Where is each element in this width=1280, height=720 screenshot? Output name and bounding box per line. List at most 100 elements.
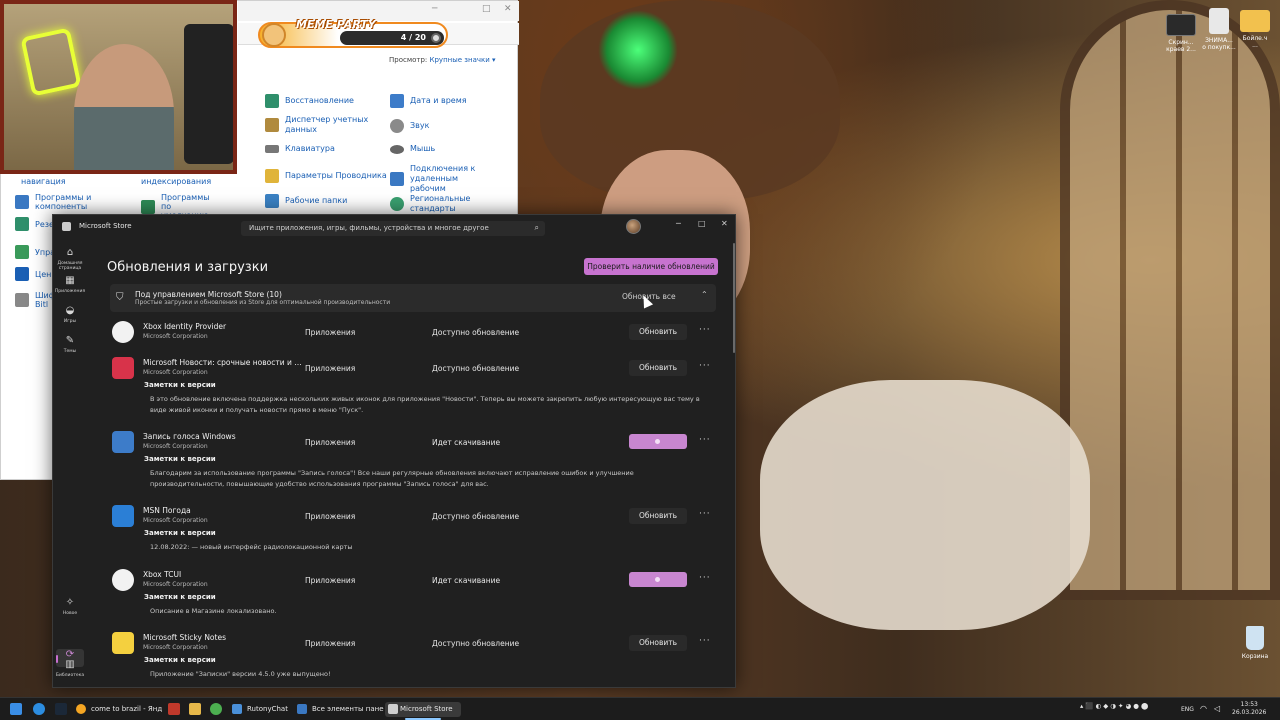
cp-left-programs[interactable]: Программы и компоненты [15, 193, 95, 211]
microphone-icon [112, 431, 134, 453]
default-programs-icon [141, 199, 155, 214]
cp-item-remote-connections[interactable]: Подключения к удаленным рабочим [390, 164, 490, 194]
taskbar-app-control-panel[interactable]: Все элементы пане [297, 702, 384, 717]
download-progress[interactable] [629, 434, 687, 449]
maximize-icon[interactable]: □ [482, 4, 491, 14]
meme-party-title: MEME PARTY [296, 18, 376, 31]
minimize-icon[interactable]: ─ [432, 4, 437, 14]
neon-sign [20, 27, 82, 97]
desktop-icon[interactable]: Бойле.ч ... [1232, 10, 1278, 49]
credentials-icon [265, 118, 279, 132]
search-placeholder: Ищите приложения, игры, фильмы, устройст… [249, 224, 489, 232]
app-publisher: Microsoft Corporation [143, 369, 208, 376]
store-sidebar: ⌂ Домашняя страница ▦ Приложения ◒ Игры … [53, 239, 87, 687]
view-value[interactable]: Крупные значки ▾ [430, 56, 496, 64]
update-button[interactable]: Обновить [629, 360, 687, 376]
list-item: MSN Погода Microsoft Corporation Приложе… [110, 499, 716, 563]
list-item: Запись голоса Windows Microsoft Corporat… [110, 425, 716, 499]
cp-left-item[interactable]: индексирования [141, 177, 211, 186]
cp-item-credentials[interactable]: Диспетчер учетных данных [265, 115, 375, 135]
nav-label: Игры [63, 319, 77, 324]
app-publisher: Microsoft Corporation [143, 333, 208, 340]
taskbar-app-rutonychat[interactable]: RutonyChat [232, 702, 298, 717]
close-icon[interactable]: ✕ [721, 219, 728, 228]
cp-left-partial[interactable]: Шиф Bitl [15, 291, 56, 309]
language-indicator[interactable]: ENG [1181, 706, 1194, 713]
taskbar: come to brazil - Янд RutonyChat Все элем… [0, 697, 1280, 720]
yandex-browser-icon [76, 704, 86, 714]
folder-options-icon [265, 169, 279, 183]
backup-icon [15, 217, 29, 231]
keyboard-icon [265, 145, 279, 153]
cp-left-item[interactable]: навигация [21, 177, 66, 186]
release-notes-title: Заметки к версии [144, 593, 216, 601]
update-button[interactable]: Обновить [629, 508, 687, 524]
minimize-icon[interactable]: ─ [676, 219, 681, 228]
cp-item-mouse[interactable]: Мышь [390, 144, 500, 154]
nav-label: Темы [63, 349, 77, 354]
chevron-up-icon[interactable]: ⌃ [701, 290, 708, 299]
control-panel-icon [297, 704, 307, 714]
nav-library[interactable]: ▥ Библиотека [53, 659, 87, 678]
more-options-icon[interactable]: ··· [699, 509, 711, 519]
cp-item-regional[interactable]: Региональные стандарты [390, 194, 510, 214]
wifi-icon[interactable]: ◠ [1200, 704, 1207, 713]
doge-icon [262, 23, 286, 47]
mouse-icon [390, 144, 404, 154]
check-updates-button[interactable]: Проверить наличие обновлений [584, 258, 718, 275]
app-publisher: Microsoft Corporation [143, 644, 208, 651]
store-managed-group: ⛉ Под управлением Microsoft Store (10) П… [110, 284, 716, 312]
more-options-icon[interactable]: ··· [699, 573, 711, 583]
tray-icons[interactable]: ▴ ⬛ ◐ ◆ ◑ ✦ ◕ ● ⬤ [1080, 702, 1148, 710]
store-search-input[interactable]: Ищите приложения, игры, фильмы, устройст… [241, 221, 545, 236]
taskbar-app-label: come to brazil - Янд [91, 705, 163, 713]
taskbar-app-store[interactable]: Microsoft Store [385, 702, 461, 717]
taskbar-app-yandex[interactable]: come to brazil - Янд [76, 702, 164, 717]
cp-item-datetime[interactable]: Дата и время [390, 94, 500, 108]
close-icon[interactable]: ✕ [504, 4, 512, 14]
app-icon[interactable] [168, 703, 180, 715]
more-options-icon[interactable]: ··· [699, 636, 711, 646]
download-progress[interactable] [629, 572, 687, 587]
document-icon [1209, 8, 1229, 34]
recycle-bin-label: Корзина [1241, 653, 1269, 660]
view-selector[interactable]: Просмотр: Крупные значки ▾ [389, 56, 496, 64]
view-label: Просмотр: [389, 56, 428, 64]
more-options-icon[interactable]: ··· [699, 435, 711, 445]
cp-left-partial[interactable]: Резе [15, 217, 54, 231]
clock-icon [390, 94, 404, 108]
cp-item-explorer-options[interactable]: Параметры Проводника [265, 169, 395, 183]
clock[interactable]: 13:53 26.03.2026 [1232, 701, 1266, 717]
cp-item-recovery[interactable]: Восстановление [265, 94, 375, 108]
search-icon[interactable]: ⌕ [535, 223, 539, 233]
cp-left-partial[interactable]: Цен [15, 267, 51, 281]
cp-left-partial[interactable]: Упра [15, 245, 55, 259]
update-button[interactable]: Обновить [629, 324, 687, 340]
nav-new[interactable]: ✧ Новое [53, 597, 87, 616]
volume-icon[interactable]: ◁ [1214, 704, 1220, 713]
cp-item-work-folders[interactable]: Рабочие папки [265, 194, 375, 208]
update-button[interactable]: Обновить [629, 635, 687, 651]
app-name: Запись голоса Windows [143, 432, 236, 441]
nav-apps[interactable]: ▦ Приложения [53, 275, 87, 294]
release-notes-title: Заметки к версии [144, 656, 216, 664]
scrollbar[interactable] [733, 243, 735, 353]
steam-icon[interactable] [55, 703, 67, 715]
weather-icon [112, 505, 134, 527]
new-icon: ✧ [65, 597, 75, 608]
cp-item-sound[interactable]: Звук [390, 119, 500, 133]
start-icon[interactable] [10, 703, 22, 715]
edge-icon[interactable] [33, 703, 45, 715]
nav-games[interactable]: ◒ Игры [53, 305, 87, 324]
maximize-icon[interactable]: □ [698, 219, 706, 228]
file-explorer-icon[interactable] [189, 703, 201, 715]
avatar[interactable] [626, 219, 641, 234]
nav-themes[interactable]: ✎ Темы [53, 335, 87, 354]
recycle-bin[interactable]: Корзина [1232, 626, 1278, 660]
chrome-icon[interactable] [210, 703, 222, 715]
cp-left-label: навигация [21, 177, 66, 186]
more-options-icon[interactable]: ··· [699, 361, 711, 371]
more-options-icon[interactable]: ··· [699, 325, 711, 335]
cp-item-keyboard[interactable]: Клавиатура [265, 144, 375, 154]
nav-home[interactable]: ⌂ Домашняя страница [53, 247, 87, 271]
